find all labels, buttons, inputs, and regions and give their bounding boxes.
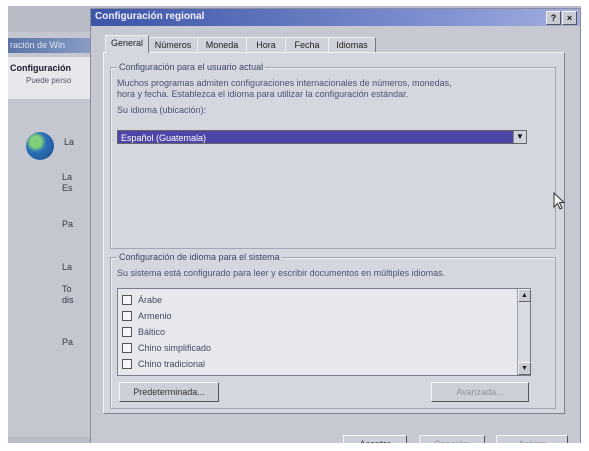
background-header-title: Configuración: [10, 63, 71, 73]
background-label: Pa: [62, 219, 74, 229]
system-settings-label: Configuración de idioma para el sistema: [117, 252, 282, 262]
tab-numbers[interactable]: Números: [148, 37, 198, 52]
checkbox-icon[interactable]: [122, 310, 132, 321]
apply-button[interactable]: Aplicar: [496, 435, 568, 443]
background-label: La: [62, 172, 73, 182]
regional-settings-dialog: Configuración regional ? × General Númer…: [90, 8, 581, 443]
default-button[interactable]: Predeterminada...: [119, 382, 219, 402]
background-label: Es: [62, 183, 73, 193]
background-label: To: [62, 284, 72, 294]
cancel-button[interactable]: Cancelar: [419, 435, 485, 443]
mouse-cursor-icon: [553, 192, 566, 210]
tab-languages[interactable]: Idiomas: [328, 37, 376, 52]
background-window-header: Configuración Puede perso: [8, 57, 98, 99]
help-button[interactable]: ?: [546, 11, 561, 25]
language-label: Árabe: [138, 295, 163, 305]
language-list[interactable]: Árabe Armenio Báltico Chino simplificado…: [117, 288, 531, 376]
language-label: Chino tradicional: [138, 359, 206, 369]
locale-dropdown[interactable]: Español (Guatemala) ▼: [117, 130, 527, 144]
language-item-traditional-chinese[interactable]: Chino tradicional: [122, 357, 205, 371]
language-label: Armenio: [138, 311, 172, 321]
tab-general[interactable]: General: [105, 35, 149, 53]
checkbox-icon[interactable]: [122, 294, 132, 305]
language-item-simplified-chinese[interactable]: Chino simplificado: [122, 341, 211, 355]
scroll-down-icon[interactable]: ▼: [518, 362, 531, 375]
language-label: Báltico: [138, 327, 166, 337]
checkbox-icon[interactable]: [122, 342, 132, 353]
language-item-baltic[interactable]: Báltico: [122, 325, 165, 339]
dialog-title: Configuración regional: [95, 11, 205, 22]
locale-label: Su idioma (ubicación):: [117, 105, 207, 115]
tab-currency[interactable]: Moneda: [197, 37, 247, 52]
background-label: La: [62, 262, 73, 272]
language-item-armenian[interactable]: Armenio: [122, 309, 172, 323]
scroll-up-icon[interactable]: ▲: [518, 289, 531, 302]
tab-date[interactable]: Fecha: [285, 37, 329, 52]
language-item-arabic[interactable]: Árabe: [122, 293, 162, 307]
close-button[interactable]: ×: [562, 11, 577, 25]
screen: ración de Win Configuración Puede perso …: [8, 6, 581, 443]
language-list-scrollbar[interactable]: ▲ ▼: [517, 289, 531, 375]
dialog-titlebar[interactable]: Configuración regional ? ×: [91, 9, 580, 26]
chevron-down-icon[interactable]: ▼: [513, 131, 526, 143]
general-tab-panel: Configuración para el usuario actual Muc…: [103, 52, 565, 414]
background-window: ración de Win Configuración Puede perso …: [8, 32, 100, 437]
background-header-subtitle: Puede perso: [26, 76, 72, 85]
checkbox-icon[interactable]: [122, 358, 132, 369]
background-label: Pa: [62, 337, 74, 347]
system-settings-description: Su sistema está configurado para leer y …: [117, 268, 446, 278]
locale-value: Español (Guatemala): [121, 133, 207, 143]
user-settings-label: Configuración para el usuario actual: [117, 62, 266, 72]
background-window-title[interactable]: ración de Win: [8, 38, 100, 53]
user-settings-description: hora y fecha. Establezca el idioma para …: [117, 89, 409, 99]
tab-time[interactable]: Hora: [246, 37, 286, 52]
background-label: dis: [62, 295, 74, 305]
user-settings-group: Configuración para el usuario actual Muc…: [110, 62, 556, 249]
user-settings-description: Muchos programas admiten configuraciones…: [117, 78, 452, 88]
globe-icon: [26, 132, 54, 160]
advanced-button[interactable]: Avanzada...: [431, 382, 529, 402]
background-label: La: [64, 137, 75, 147]
system-settings-group: Configuración de idioma para el sistema …: [110, 252, 556, 409]
checkbox-icon[interactable]: [122, 326, 132, 337]
ok-button[interactable]: Aceptar: [343, 435, 407, 443]
language-label: Chino simplificado: [138, 343, 212, 353]
